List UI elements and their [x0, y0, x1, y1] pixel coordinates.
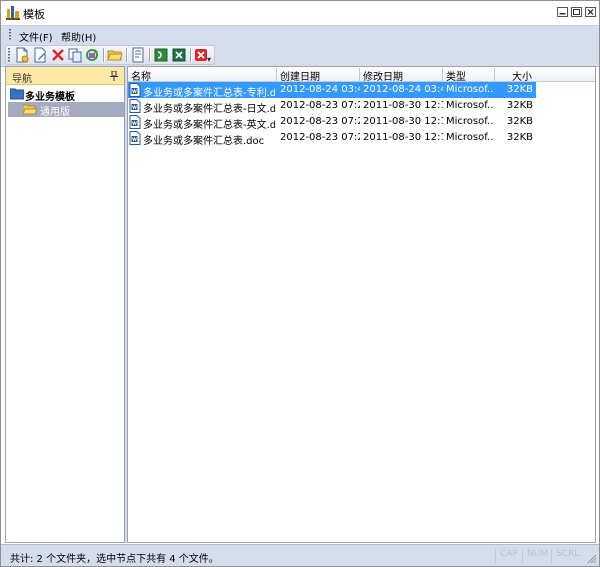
status-bar: 共计: 2 个文件夹，选中节点下共有 4 个文件。 CAP NUM SCRL — [1, 544, 599, 566]
pin-icon[interactable] — [110, 71, 118, 81]
menu-file[interactable]: 文件(F) — [19, 29, 53, 44]
delete-icon — [50, 47, 66, 63]
close-icon — [585, 7, 596, 17]
column-header-size[interactable]: 大小 — [495, 68, 536, 82]
navigation-header: 导航 — [6, 67, 124, 85]
menubar-grip[interactable] — [9, 29, 11, 41]
cell-type: Microsof... — [446, 84, 494, 95]
column-header-modified[interactable]: 修改日期 — [360, 68, 443, 82]
toolbar-overflow-chevron-icon[interactable]: ▾ — [207, 55, 211, 64]
properties-button[interactable] — [130, 47, 146, 63]
file-list: 名称 创建日期 修改日期 类型 大小 多业务或多案件汇总表-专利.d... 201… — [127, 66, 596, 543]
open-folder-icon — [23, 104, 37, 115]
edit-doc-icon — [32, 47, 48, 63]
edit-button[interactable] — [32, 47, 48, 63]
new-doc-icon — [14, 47, 30, 63]
cell-created: 2012-08-23 07:28 — [280, 132, 360, 143]
new-button[interactable] — [14, 47, 30, 63]
num-indicator: NUM — [522, 549, 548, 563]
cell-name: 多业务或多案件汇总表.doc — [143, 132, 275, 147]
cell-created: 2012-08-23 07:28 — [280, 100, 360, 111]
tree-node-root[interactable]: 多业务模板 — [8, 87, 122, 102]
cell-modified: 2012-08-24 03:49 — [363, 84, 443, 95]
table-row[interactable]: 多业务或多案件汇总表-日文.d... 2012-08-23 07:282011-0… — [128, 98, 536, 114]
word-doc-icon — [129, 115, 141, 129]
status-text: 共计: 2 个文件夹，选中节点下共有 4 个文件。 — [10, 550, 219, 565]
tree-node-label: 多业务模板 — [25, 88, 75, 103]
cell-name: 多业务或多案件汇总表-日文.d... — [143, 100, 275, 115]
navigation-title: 导航 — [12, 70, 32, 85]
word-doc-icon — [129, 131, 141, 145]
copy-button[interactable] — [67, 47, 83, 63]
open-folder-icon — [107, 47, 123, 63]
scrl-indicator: SCRL — [551, 549, 579, 563]
column-header-created[interactable]: 创建日期 — [277, 68, 360, 82]
maximize-icon — [571, 7, 582, 17]
tree-node-child[interactable]: 通用版 — [8, 102, 124, 117]
cell-size: 32KB — [495, 100, 533, 111]
minimize-icon — [557, 7, 568, 17]
close-button[interactable] — [585, 7, 596, 17]
word-doc-icon — [129, 99, 141, 113]
cell-type: Microsof... — [446, 132, 494, 143]
cell-size: 32KB — [495, 132, 533, 143]
cell-modified: 2011-08-30 12:19 — [363, 132, 443, 143]
toolbar-separator — [126, 48, 127, 62]
delete-button[interactable] — [50, 47, 66, 63]
cell-name: 多业务或多案件汇总表-英文.d... — [143, 116, 275, 131]
menu-help[interactable]: 帮助(H) — [61, 29, 96, 44]
navigation-pane: 导航 多业务模板 通用版 — [5, 66, 125, 543]
cell-name: 多业务或多案件汇总表-专利.d... — [143, 84, 275, 99]
cell-size: 32KB — [495, 84, 533, 95]
word-doc-icon — [129, 83, 141, 97]
toolbar-separator — [190, 48, 191, 62]
maximize-button[interactable] — [571, 7, 582, 17]
table-row[interactable]: 多业务或多案件汇总表.doc 2012-08-23 07:282011-08-30… — [128, 130, 536, 146]
folder-icon — [10, 88, 24, 100]
window-title: 模板 — [23, 6, 45, 22]
list-header: 名称 创建日期 修改日期 类型 大小 — [128, 67, 595, 82]
table-row[interactable]: 多业务或多案件汇总表-英文.d... 2012-08-23 07:282011-0… — [128, 114, 536, 130]
toolbar-grip[interactable] — [8, 48, 10, 62]
refresh-icon — [84, 47, 100, 63]
toolbar-separator — [149, 48, 150, 62]
menu-bar: 文件(F) 帮助(H) — [1, 25, 599, 44]
cell-created: 2012-08-24 03:47 — [280, 84, 360, 95]
excel-icon — [171, 47, 187, 63]
copy-icon — [67, 47, 83, 63]
word-button[interactable] — [153, 47, 169, 63]
tree-node-label: 通用版 — [40, 103, 70, 118]
minimize-button[interactable] — [557, 7, 568, 17]
toolbar: ▾ — [1, 44, 599, 67]
column-header-type[interactable]: 类型 — [443, 68, 495, 82]
toolbar-strip: ▾ — [5, 45, 215, 65]
app-icon — [6, 5, 20, 20]
table-row[interactable]: 多业务或多案件汇总表-专利.d... 2012-08-24 03:472012-0… — [128, 82, 536, 98]
main-window: 模板 文件(F) 帮助(H) — [0, 0, 600, 567]
toolbar-separator — [103, 48, 104, 62]
cell-type: Microsof... — [446, 116, 494, 127]
cap-indicator: CAP — [495, 549, 518, 563]
word-icon — [153, 47, 169, 63]
cell-created: 2012-08-23 07:28 — [280, 116, 360, 127]
cell-modified: 2011-08-30 12:19 — [363, 100, 443, 111]
cell-size: 32KB — [495, 116, 533, 127]
properties-icon — [130, 47, 146, 63]
refresh-button[interactable] — [84, 47, 100, 63]
title-bar[interactable]: 模板 — [1, 1, 599, 25]
resize-grip-icon[interactable] — [587, 554, 597, 564]
excel-button[interactable] — [171, 47, 187, 63]
column-header-name[interactable]: 名称 — [128, 68, 277, 82]
cell-type: Microsof... — [446, 100, 494, 111]
cell-modified: 2011-08-30 12:19 — [363, 116, 443, 127]
open-folder-button[interactable] — [107, 47, 123, 63]
